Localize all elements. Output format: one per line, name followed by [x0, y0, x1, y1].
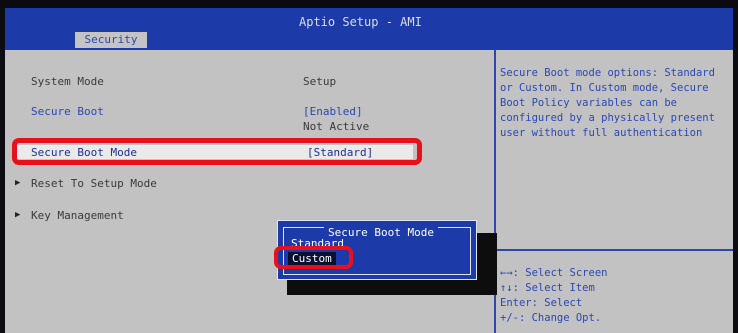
monitor-bezel: [0, 0, 738, 8]
annotation-highlight-option: [274, 246, 353, 269]
key-hint: ↑↓: Select Item: [500, 282, 595, 294]
system-mode-label: System Mode: [31, 75, 104, 88]
app-title: Aptio Setup - AMI: [299, 15, 422, 29]
header-bar: Aptio Setup - AMI Security: [5, 8, 733, 48]
tab-security[interactable]: Security: [75, 32, 147, 48]
annotation-highlight-row: [12, 138, 422, 165]
secure-boot-status: Not Active: [303, 120, 370, 133]
submenu-arrow-icon: ▶: [15, 210, 21, 220]
system-mode-value: Setup: [303, 75, 337, 88]
key-hint: ←→: Select Screen: [500, 267, 608, 279]
secure-boot-value[interactable]: [Enabled]: [303, 105, 363, 118]
key-management-item[interactable]: Key Management: [31, 209, 124, 222]
key-hint: Enter: Select: [500, 297, 583, 309]
bios-screen: Aptio Setup - AMI Security System Mode S…: [5, 8, 733, 333]
secure-boot-label[interactable]: Secure Boot: [31, 105, 104, 118]
help-text: Secure Boot mode options: Standard or Cu…: [500, 67, 715, 139]
submenu-arrow-icon: ▶: [15, 178, 21, 188]
key-hints: ←→: Select Screen ↑↓: Select Item Enter:…: [500, 266, 730, 326]
reset-to-setup-mode-item[interactable]: Reset To Setup Mode: [31, 177, 157, 190]
key-hint: +/-: Change Opt.: [500, 312, 602, 324]
help-divider: [496, 249, 733, 251]
